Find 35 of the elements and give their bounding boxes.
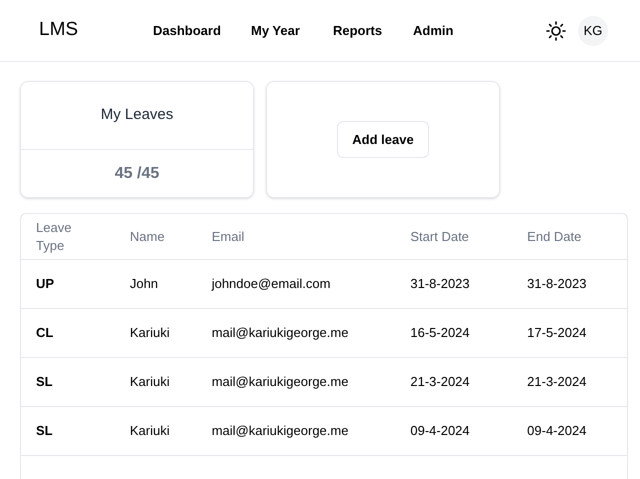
table-cell-text: 17-5-2024 — [527, 324, 588, 342]
sun-icon[interactable] — [546, 20, 566, 40]
table-cell-text: 21-3-2024 — [527, 373, 588, 392]
table-cell-text: Kariuki — [130, 324, 171, 342]
table-cell-text: UP — [36, 275, 56, 294]
table-cell-text: CL — [36, 324, 54, 342]
app-logo[interactable]: LMS — [39, 16, 153, 45]
table-cell-text: John — [130, 275, 160, 294]
column-header: End Date — [527, 228, 582, 246]
nav-link[interactable]: My Year — [251, 20, 333, 40]
table-cell-text: SL — [36, 373, 54, 392]
column-header: Start Date — [410, 228, 470, 246]
table-cell-text: mail@kariukigeorge.me — [212, 422, 350, 440]
add-leave-button[interactable]: Add leave — [337, 121, 429, 158]
nav-link[interactable]: Admin — [413, 20, 493, 40]
table-cell-text: 31-8-2023 — [527, 275, 588, 294]
table-cell-text: Kariuki — [130, 422, 171, 440]
leave-count: 45 /45 — [114, 164, 160, 184]
table-cell-text: 09-4-2024 — [527, 422, 588, 440]
table-cell-text: Kariuki — [130, 373, 171, 392]
column-header: Name — [130, 228, 166, 246]
table-cell-text: SL — [36, 422, 54, 440]
table-cell-text: johndoe@email.com — [212, 275, 332, 294]
nav-link[interactable]: Reports — [333, 20, 413, 40]
table-cell-text: 21-3-2024 — [410, 373, 471, 392]
table-cell-text: mail@kariukigeorge.me — [212, 324, 350, 342]
user-avatar[interactable]: KG — [578, 16, 608, 46]
table-cell-text: 16-5-2024 — [410, 324, 471, 342]
column-header: Email — [212, 228, 246, 246]
card-title: My Leaves — [21, 82, 253, 150]
nav-link[interactable]: Dashboard — [153, 20, 251, 40]
table-cell-text: 31-8-2023 — [410, 275, 471, 294]
table-cell-text: 09-4-2024 — [410, 422, 471, 440]
table-cell-text: mail@kariukigeorge.me — [212, 373, 350, 392]
column-header: Leave Type — [36, 218, 72, 254]
